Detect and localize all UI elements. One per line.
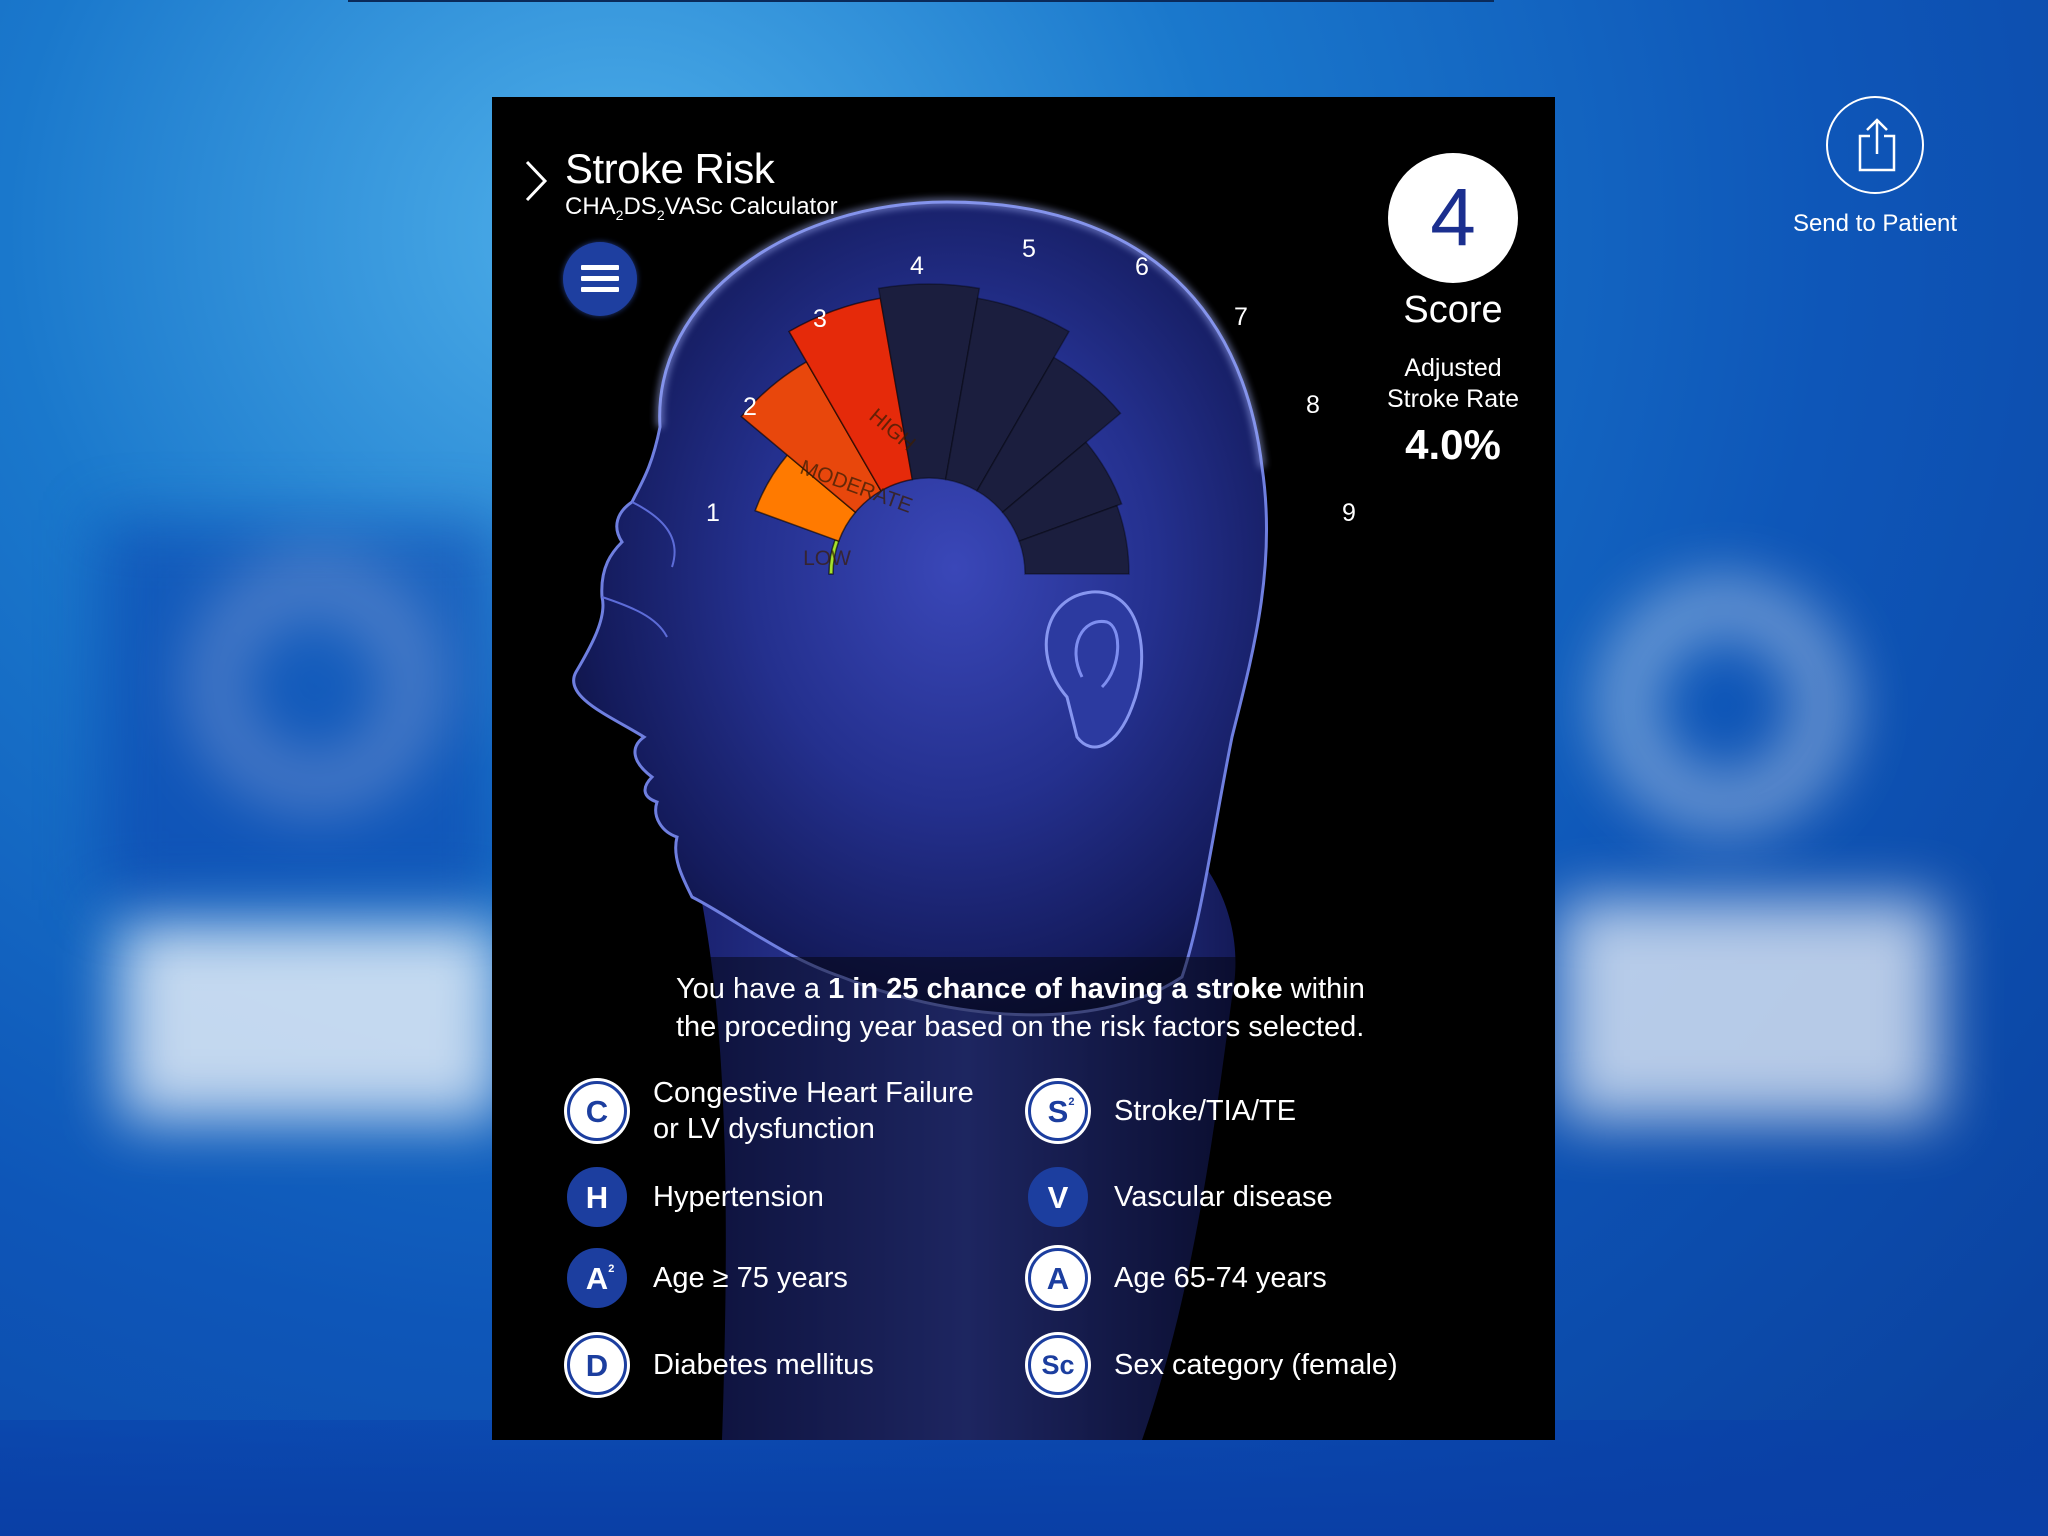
risk-factor-2[interactable]: S 2 Stroke/TIA/TE xyxy=(1028,1081,1296,1141)
chevron-right-icon[interactable] xyxy=(524,159,548,203)
calculator-panel: 1 2 3 4 5 6 7 8 9 LOW MODERATE HIGH Stroke Risk CHA… xyxy=(492,97,1555,1440)
risk-factor-7[interactable]: D Diabetes mellitus xyxy=(567,1335,874,1395)
page-subtitle: CHA2DS2VASc Calculator xyxy=(565,193,838,223)
gauge-tick-label: 7 xyxy=(1234,303,1248,331)
menu-icon xyxy=(581,265,619,270)
risk-factor-3[interactable]: H Hypertension xyxy=(567,1167,824,1227)
risk-factor-badge[interactable]: H xyxy=(567,1167,627,1227)
background-blur-right-box xyxy=(1560,900,1940,1120)
gauge-tick-label: 5 xyxy=(1022,235,1036,263)
background-blur-left-circle xyxy=(190,560,440,810)
share-icon xyxy=(1858,118,1896,172)
risk-factor-letter: V xyxy=(1047,1180,1069,1215)
score-label: Score xyxy=(1403,289,1503,331)
gauge-tick-label: 8 xyxy=(1306,391,1320,419)
risk-factor-badge[interactable]: S2 xyxy=(1028,1081,1088,1141)
risk-factor-letter: D xyxy=(585,1348,609,1383)
share-button[interactable] xyxy=(1826,96,1924,194)
risk-factor-1[interactable]: C Congestive Heart Failure or LV dysfuncti… xyxy=(567,1077,974,1145)
score-value: 4 xyxy=(1388,153,1518,283)
risk-factor-label: Age ≥ 75 years xyxy=(653,1262,848,1294)
risk-factor-label: Vascular disease xyxy=(1114,1181,1333,1213)
risk-factor-4[interactable]: V Vascular disease xyxy=(1028,1167,1333,1227)
risk-summary: You have a 1 in 25 chance of having a st… xyxy=(676,973,1365,1043)
adjusted-stroke-rate-label: Adjusted Stroke Rate xyxy=(1386,354,1519,413)
top-divider xyxy=(348,0,1494,2)
page-title: Stroke Risk xyxy=(565,145,775,192)
risk-factor-badge[interactable]: Sc xyxy=(1028,1335,1088,1395)
gauge-tick-label: 6 xyxy=(1135,253,1149,281)
risk-factor-letter: A xyxy=(585,1261,609,1296)
risk-factor-6[interactable]: A Age 65-74 years xyxy=(1028,1248,1327,1308)
risk-factor-letter: Sc xyxy=(1041,1350,1075,1380)
risk-factor-subscript: 2 xyxy=(1068,1096,1075,1108)
background-blur-left-box xyxy=(120,920,500,1120)
gauge-tick-label: 9 xyxy=(1342,499,1356,527)
risk-factor-5[interactable]: A 2 Age ≥ 75 years xyxy=(567,1248,848,1308)
risk-factor-letter: C xyxy=(585,1094,609,1129)
risk-factor-label: Age 65-74 years xyxy=(1114,1262,1327,1294)
gauge-tick-label: 1 xyxy=(706,499,720,527)
risk-factor-label: Diabetes mellitus xyxy=(653,1349,874,1381)
background-blur-left-panel xyxy=(100,520,500,900)
risk-factor-letter: A xyxy=(1046,1261,1070,1296)
menu-icon-bar xyxy=(581,287,619,292)
risk-factor-badge[interactable]: C xyxy=(567,1081,627,1141)
risk-factor-badge[interactable]: D xyxy=(567,1335,627,1395)
gauge-tick-label: 2 xyxy=(743,393,757,421)
share-label: Send to Patient xyxy=(1792,210,1958,237)
gauge-tick-label: 3 xyxy=(813,305,827,333)
risk-factor-label: Sex category (female) xyxy=(1114,1349,1398,1381)
risk-factor-badge[interactable]: V xyxy=(1028,1167,1088,1227)
menu-icon-bar xyxy=(581,276,619,281)
risk-factor-letter: H xyxy=(585,1180,609,1215)
risk-factor-label: Stroke/TIA/TE xyxy=(1114,1095,1297,1127)
send-to-patient[interactable]: Send to Patient xyxy=(1780,96,1970,238)
risk-factor-badge[interactable]: A xyxy=(1028,1248,1088,1308)
background-blur-right-circle xyxy=(1600,580,1850,830)
risk-factor-label: Congestive Heart Failure or LV dysfunctio… xyxy=(653,1077,974,1145)
risk-factor-8[interactable]: Sc Sex category (female) xyxy=(1028,1335,1398,1395)
risk-factor-letter: S xyxy=(1047,1094,1069,1129)
menu-button[interactable] xyxy=(563,242,637,316)
adjusted-stroke-rate-value: 4.0% xyxy=(1405,421,1501,468)
gauge-tick-label: 4 xyxy=(910,252,924,280)
risk-factor-badge[interactable]: A2 xyxy=(567,1248,627,1308)
gauge-zone-label: LOW xyxy=(803,547,851,570)
risk-factor-label: Hypertension xyxy=(653,1181,824,1213)
risk-factor-subscript: 2 xyxy=(608,1263,615,1275)
